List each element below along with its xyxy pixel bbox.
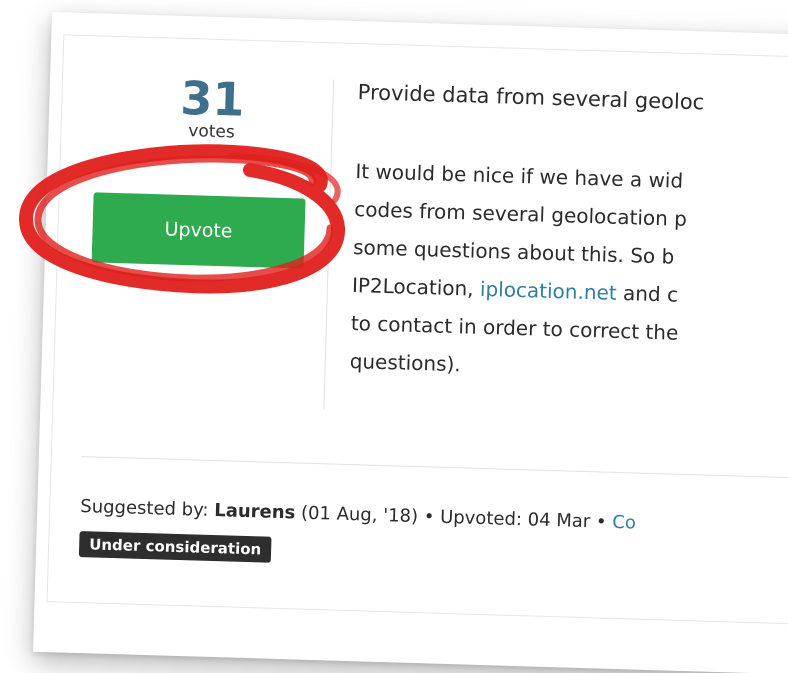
author-name: Laurens bbox=[213, 500, 296, 524]
suggestion-panel: 31 votes Upvote Provide data from severa… bbox=[46, 34, 788, 625]
description-text: and c bbox=[616, 280, 679, 307]
suggestion-body: Provide data from several geoloc It woul… bbox=[349, 80, 788, 394]
suggestion-footer: Suggested by: Laurens (01 Aug, '18) • Up… bbox=[78, 496, 788, 580]
description-text: IP2Location, bbox=[351, 273, 481, 301]
status-badge: Under consideration bbox=[78, 531, 272, 563]
vote-count: 31 bbox=[179, 70, 246, 127]
meta-dates: (01 Aug, '18) • Upvoted: 04 Mar • bbox=[294, 502, 613, 533]
meta-line: Suggested by: Laurens (01 Aug, '18) • Up… bbox=[80, 496, 788, 540]
iplocation-link[interactable]: iplocation.net bbox=[480, 277, 617, 305]
screenshot-stage: 31 votes Upvote Provide data from severa… bbox=[0, 0, 788, 673]
suggested-by-label: Suggested by: bbox=[80, 496, 215, 522]
suggestion-title: Provide data from several geoloc bbox=[357, 80, 705, 115]
column-divider bbox=[323, 79, 335, 410]
upvote-button[interactable]: Upvote bbox=[91, 192, 306, 269]
comments-link[interactable]: Co bbox=[612, 512, 636, 534]
votes-label: votes bbox=[187, 121, 236, 143]
suggestion-description: It would be nice if we have a wid codes … bbox=[349, 152, 788, 394]
footer-divider bbox=[81, 456, 788, 479]
suggestion-card: 31 votes Upvote Provide data from severa… bbox=[33, 12, 788, 673]
vote-column: 31 votes Upvote bbox=[87, 70, 313, 278]
